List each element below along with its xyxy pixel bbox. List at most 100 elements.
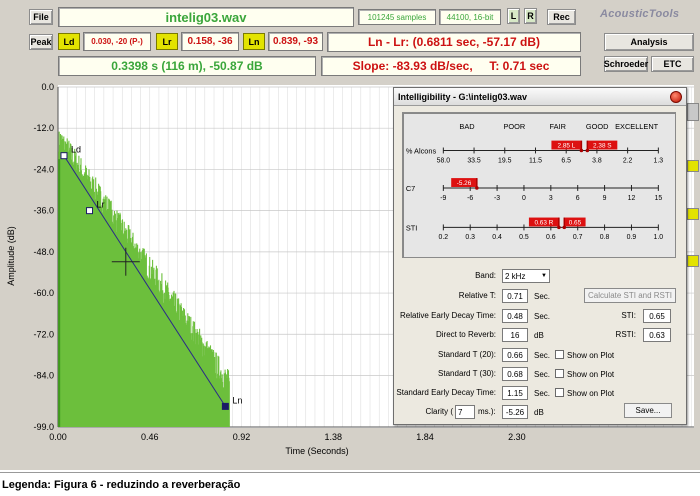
clarity-ms-input[interactable]: 7 [455, 405, 475, 419]
show-edt-label: Show on Plot [567, 389, 615, 398]
marker-lr-icon [86, 207, 94, 215]
slope-readout-text: Slope: -83.93 dB/sec, T: 0.71 sec [352, 59, 550, 73]
standard-t30-value: 0.68 [502, 367, 528, 381]
x-tick-label: 1.38 [325, 432, 343, 442]
sti-label: STI [406, 223, 417, 232]
rsti-output-label: RSTI: [615, 330, 636, 339]
alcons-l-flag-text: 2.85 L [558, 143, 576, 150]
save-button[interactable]: Save... [624, 403, 672, 418]
category-label: GOOD [586, 122, 609, 131]
clarity-value: -5.26 [502, 405, 528, 419]
x-tick-label: 0.00 [49, 432, 67, 442]
ln-button[interactable]: Ln [243, 33, 265, 50]
brand-logo: AcousticTools [600, 8, 680, 20]
standard-t20-unit: Sec. [534, 351, 551, 360]
c7-tick-label: -9 [440, 195, 446, 202]
samples-display: 101245 samples [358, 9, 436, 25]
marker-ln-icon [221, 402, 229, 410]
standard-t30-unit: Sec. [534, 370, 551, 379]
app-window: File intelig03.wav 101245 samples 44100,… [0, 0, 700, 470]
show-t20-label: Show on Plot [567, 351, 615, 360]
c7-tick-label: 0 [522, 195, 526, 202]
ln-lr-text: Ln - Lr: (0.6811 sec, -57.17 dB) [367, 35, 541, 49]
standard-t30-label: Standard T (30): [438, 369, 496, 378]
right-channel-button[interactable]: R [524, 8, 537, 24]
ld-value: 0.030, -20 (P-) [83, 32, 151, 51]
alcons-s-flag-text: 2.38 S [593, 143, 612, 150]
relative-edt-unit: Sec. [534, 312, 551, 321]
sti-flag-text: 0.65 [569, 219, 582, 226]
record-button[interactable]: Rec [547, 9, 576, 25]
standard-edt-unit: Sec. [534, 389, 551, 398]
analysis-button[interactable]: Analysis [604, 33, 694, 51]
c7-dot [475, 186, 479, 190]
filename-display: intelig03.wav [58, 7, 354, 27]
band-select-value: 2 kHz [505, 271, 526, 281]
direct-to-reverb-label: Direct to Reverb: [435, 330, 496, 339]
side-tab-4[interactable] [687, 255, 699, 267]
sti-r-dot [557, 225, 561, 230]
marker-ln-label: Ln [232, 395, 242, 405]
standard-edt-value: 1.15 [502, 386, 528, 400]
y-tick-label: -12.0 [33, 123, 54, 133]
alcons-tick-label: 2.2 [623, 157, 633, 164]
file-button[interactable]: File [29, 9, 53, 25]
alcons-l-dot [579, 148, 584, 153]
alcons-tick-label: 6.5 [561, 157, 571, 164]
marker-lr-label: Lr [97, 200, 105, 210]
side-tab-3[interactable] [687, 208, 699, 220]
peak-button[interactable]: Peak [29, 34, 53, 50]
intelligibility-scales: BAD POOR FAIR GOOD EXCELLENT % Alcons58.0 33.5… [402, 112, 676, 258]
ld-button[interactable]: Ld [58, 33, 80, 50]
close-icon[interactable] [670, 91, 682, 103]
sti-output-value: 0.65 [643, 309, 671, 323]
clarity-unit: dB [534, 408, 544, 417]
schroeder-button[interactable]: Schroeder [604, 56, 648, 72]
x-tick-label: 2.30 [508, 432, 526, 442]
lr-value-text: 0.158, -36 [187, 36, 233, 47]
y-axis-label: Amplitude (dB) [6, 226, 16, 286]
chevron-down-icon: ▼ [541, 273, 547, 279]
samples-text: 101245 samples [367, 12, 427, 22]
band-select[interactable]: 2 kHz ▼ [502, 269, 550, 283]
sti-tick-label: 0.2 [439, 234, 449, 241]
cursor-readout-text: 0.3398 s (116 m), -50.87 dB [111, 59, 263, 73]
sti-tick-label: 0.4 [492, 234, 502, 241]
show-t20-checkbox[interactable] [555, 350, 564, 359]
left-channel-button[interactable]: L [507, 8, 520, 24]
sti-tick-label: 0.7 [573, 234, 583, 241]
lr-button[interactable]: Lr [156, 33, 178, 50]
show-edt-checkbox[interactable] [555, 388, 564, 397]
etc-button[interactable]: ETC [651, 56, 694, 72]
show-t30-checkbox[interactable] [555, 369, 564, 378]
ld-value-text: 0.030, -20 (P-) [91, 37, 143, 46]
c7-tick-label: 6 [576, 195, 580, 202]
calculate-sti-button[interactable]: Calculate STI and RSTI [584, 288, 676, 303]
side-tab-1[interactable] [687, 103, 699, 121]
cursor-readout: 0.3398 s (116 m), -50.87 dB [58, 56, 316, 76]
c7-tick-label: 9 [603, 195, 607, 202]
side-tab-2[interactable] [687, 160, 699, 172]
c7-tick-label: 3 [549, 195, 553, 202]
sti-output-label: STI: [621, 311, 636, 320]
c7-label: C7 [406, 184, 415, 193]
sti-r-flag-text: 0.63 R [534, 219, 553, 226]
clarity-label: Clarity ( [425, 407, 453, 416]
alcons-label: % Alcons [406, 146, 437, 155]
sti-tick-label: 0.9 [627, 234, 637, 241]
y-tick-label: -36.0 [33, 206, 54, 216]
y-tick-label: 0.0 [41, 82, 54, 92]
y-tick-label: -99.0 [33, 422, 54, 432]
c7-tick-label: 12 [628, 195, 636, 202]
c7-tick-label: -3 [494, 195, 500, 202]
band-label: Band: [475, 271, 496, 280]
alcons-tick-label: 11.5 [529, 157, 542, 164]
c7-flag-text: -5.26 [457, 180, 472, 187]
alcons-tick-label: 19.5 [498, 157, 512, 164]
standard-t20-value: 0.66 [502, 348, 528, 362]
c7-tick-label: 15 [655, 195, 663, 202]
y-tick-label: -60.0 [33, 288, 54, 298]
rsti-output-value: 0.63 [643, 328, 671, 342]
marker-ld-icon [60, 152, 68, 160]
category-label: FAIR [550, 122, 566, 131]
